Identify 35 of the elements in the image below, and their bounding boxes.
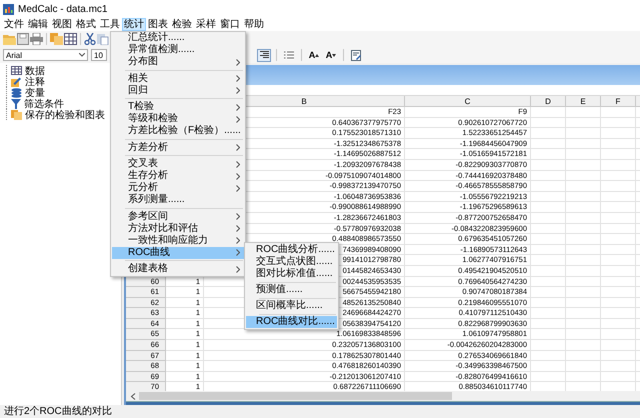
menu-item[interactable]: 异常值检测...... <box>112 44 244 56</box>
menu-item[interactable]: 相关 <box>112 72 244 84</box>
menu-item[interactable]: 汇总统计...... <box>112 32 244 44</box>
column-header[interactable]: C <box>464 97 470 106</box>
menu-item[interactable]: 文件 <box>2 18 26 31</box>
menu-item[interactable]: 格式 <box>74 18 98 31</box>
tree-item[interactable]: 注释 <box>6 76 45 87</box>
menu-item[interactable]: 统计 <box>122 18 146 31</box>
menu-item[interactable]: 图表 <box>146 18 170 31</box>
menu-item[interactable]: 回归 <box>112 84 244 96</box>
menu-item[interactable]: 工具 <box>98 18 122 31</box>
tree-item[interactable]: 筛选条件 <box>6 98 64 109</box>
menu-item[interactable]: 采样 <box>194 18 218 31</box>
window-title: MedCalc - data.mc1 <box>18 4 108 14</box>
column-header[interactable]: E <box>580 97 586 106</box>
font-grow-button[interactable]: A <box>307 48 321 62</box>
menu-item[interactable]: 编辑 <box>26 18 50 31</box>
menu-item[interactable]: 检验 <box>170 18 194 31</box>
column-header[interactable]: F <box>616 97 620 106</box>
tree-item[interactable]: 数据 <box>6 65 45 76</box>
column-header[interactable]: D <box>545 97 551 106</box>
menu-item[interactable]: ROC曲线 <box>112 246 244 258</box>
menu-item[interactable]: 交互式点状图...... <box>246 256 337 268</box>
menu-item[interactable]: 窗口 <box>218 18 242 31</box>
menu-item[interactable]: 帮助 <box>242 18 266 31</box>
tree-item[interactable]: 变量 <box>6 87 45 98</box>
font-shrink-button[interactable]: A <box>324 48 338 62</box>
column-header[interactable]: B <box>301 97 307 106</box>
tree-item[interactable]: 保存的检验和图表 <box>6 109 105 120</box>
menu-item[interactable]: 视图 <box>50 18 74 31</box>
menu-item[interactable]: ROC曲线分析...... <box>246 244 337 256</box>
menu-item[interactable]: ROC曲线对比...... <box>246 316 337 328</box>
menu-item[interactable]: 分布图 <box>112 56 244 68</box>
font-dropdown[interactable]: Arial <box>3 49 88 61</box>
font-size-field[interactable]: 10 <box>91 49 107 61</box>
